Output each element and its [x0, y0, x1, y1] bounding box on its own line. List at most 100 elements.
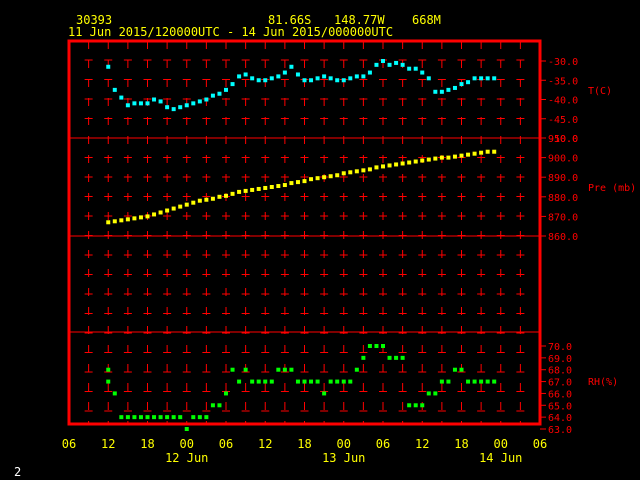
data-point	[282, 70, 287, 75]
data-point	[302, 379, 307, 384]
data-point	[230, 191, 235, 196]
data-point	[446, 87, 451, 92]
data-point	[138, 415, 143, 420]
data-point	[197, 198, 202, 203]
y-tick-label: 68.0	[548, 366, 572, 377]
data-point	[165, 415, 170, 420]
data-point	[479, 150, 484, 155]
data-point	[138, 215, 143, 220]
data-point	[217, 91, 222, 96]
y-tick-label: 67.0	[548, 378, 572, 389]
data-point	[191, 200, 196, 205]
data-point	[276, 367, 281, 372]
data-point	[348, 379, 353, 384]
data-point	[106, 220, 111, 225]
data-point	[184, 202, 189, 207]
data-point	[237, 189, 242, 194]
data-marks	[106, 59, 497, 431]
y-tick-label: 900.0	[548, 154, 578, 165]
data-point	[479, 379, 484, 384]
data-point	[263, 78, 268, 83]
data-point	[452, 154, 457, 159]
data-point	[322, 391, 327, 396]
data-point	[158, 99, 163, 104]
data-point	[112, 391, 117, 396]
data-point	[394, 60, 399, 65]
data-point	[230, 367, 235, 372]
data-point	[354, 169, 359, 174]
data-point	[361, 74, 366, 79]
data-point	[381, 164, 385, 169]
x-tick-label: 12	[101, 437, 115, 451]
data-point	[217, 194, 222, 199]
y-tick-label: 860.0	[548, 232, 578, 243]
data-point	[138, 101, 143, 106]
data-point	[413, 66, 418, 71]
data-point	[413, 403, 418, 408]
meteogram-chart: -30.0-35.0-40.0-45.0-50.0T(C)910.0900.08…	[14, 39, 636, 479]
data-point	[439, 155, 444, 160]
data-point	[394, 355, 399, 360]
data-point	[269, 185, 274, 189]
x-tick-label: 12	[258, 437, 272, 451]
data-point	[413, 159, 418, 164]
data-point	[171, 415, 176, 420]
data-point	[433, 156, 438, 161]
data-point	[197, 415, 202, 420]
data-point	[485, 379, 490, 384]
data-point	[158, 210, 163, 215]
data-point	[295, 379, 300, 384]
data-point	[224, 391, 228, 396]
data-point	[250, 76, 255, 81]
data-point	[302, 179, 307, 184]
data-point	[112, 219, 117, 224]
data-point	[452, 367, 457, 372]
y-tick-label: -30.0	[548, 57, 578, 68]
data-point	[426, 76, 431, 81]
x-tick-label: 06	[376, 437, 390, 451]
data-point	[191, 415, 196, 420]
data-point	[184, 103, 189, 108]
data-point	[178, 415, 183, 420]
data-point	[295, 180, 300, 185]
data-point	[387, 62, 392, 67]
data-point	[367, 70, 372, 75]
data-point	[400, 62, 405, 67]
data-point	[459, 82, 464, 87]
data-point	[152, 97, 157, 102]
data-point	[237, 74, 242, 79]
data-point	[341, 78, 346, 83]
data-point	[224, 87, 228, 92]
data-point	[439, 379, 444, 384]
data-point	[433, 89, 438, 94]
data-point	[322, 74, 327, 79]
data-point	[452, 85, 457, 90]
y-tick-label: 63.0	[548, 425, 572, 436]
data-point	[354, 367, 359, 372]
x-tick-label: 06	[219, 437, 233, 451]
data-point	[210, 196, 215, 201]
data-point	[217, 403, 222, 408]
data-point	[289, 181, 294, 186]
data-point	[171, 206, 176, 211]
data-point	[407, 403, 412, 408]
y-tick-label: 64.0	[548, 413, 572, 424]
data-point	[125, 103, 130, 108]
data-point	[269, 379, 274, 384]
data-point	[361, 168, 366, 173]
data-point	[348, 76, 353, 81]
data-point	[119, 218, 124, 223]
data-point	[289, 64, 294, 69]
y-tick-label: 890.0	[548, 173, 578, 184]
y-tick-label: 65.0	[548, 401, 572, 412]
data-point	[381, 344, 385, 348]
data-point	[466, 80, 471, 85]
data-point	[492, 76, 497, 81]
x-tick-label: 00	[494, 437, 508, 451]
grid-lines	[84, 41, 525, 424]
data-point	[400, 161, 405, 166]
data-point	[315, 76, 320, 81]
x-day-label: 14 Jun	[479, 451, 522, 465]
data-point	[276, 74, 281, 79]
y-tick-label: 880.0	[548, 193, 578, 204]
